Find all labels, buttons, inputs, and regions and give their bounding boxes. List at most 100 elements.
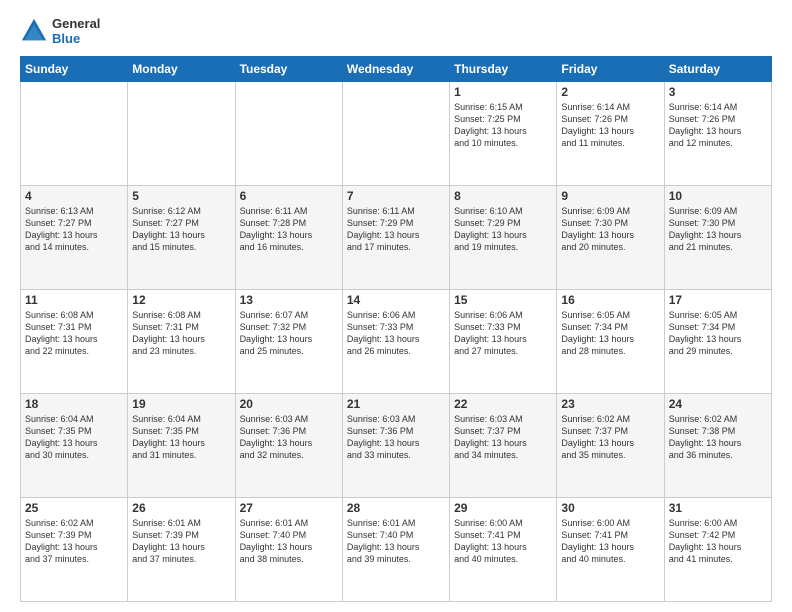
- day-number: 15: [454, 293, 552, 307]
- day-info: Sunrise: 6:03 AM Sunset: 7:37 PM Dayligh…: [454, 413, 552, 462]
- day-cell-10: 10Sunrise: 6:09 AM Sunset: 7:30 PM Dayli…: [664, 186, 771, 290]
- day-cell-11: 11 Sunrise: 6:08 AM Sunset: 7:31 PM Dayli…: [21, 290, 128, 394]
- day-info: Sunrise: 6:01 AM Sunset: 7:40 PM Dayligh…: [240, 517, 338, 566]
- day-info: Sunrise: 6:12 AM Sunset: 7:27 PM Dayligh…: [132, 205, 230, 254]
- empty-cell: [128, 82, 235, 186]
- calendar-body: 1 Sunrise: 6:15 AM Sunset: 7:25 PM Daylig…: [21, 82, 772, 602]
- week-row-2: 4 Sunrise: 6:13 AM Sunset: 7:27 PM Daylig…: [21, 186, 772, 290]
- day-cell-9: 9 Sunrise: 6:09 AM Sunset: 7:30 PM Daylig…: [557, 186, 664, 290]
- day-cell-15: 15 Sunrise: 6:06 AM Sunset: 7:33 PM Dayli…: [450, 290, 557, 394]
- day-info: Sunrise: 6:04 AM Sunset: 7:35 PM Dayligh…: [132, 413, 230, 462]
- logo-icon: [20, 17, 48, 45]
- day-info: Sunrise: 6:09 AM Sunset: 7:30 PM Dayligh…: [561, 205, 659, 254]
- day-cell-4: 4 Sunrise: 6:13 AM Sunset: 7:27 PM Daylig…: [21, 186, 128, 290]
- day-number: 5: [132, 189, 230, 203]
- day-cell-8: 8 Sunrise: 6:10 AM Sunset: 7:29 PM Daylig…: [450, 186, 557, 290]
- day-cell-22: 22Sunrise: 6:03 AM Sunset: 7:37 PM Dayli…: [450, 394, 557, 498]
- empty-cell: [235, 82, 342, 186]
- day-number: 17: [669, 293, 767, 307]
- day-number: 8: [454, 189, 552, 203]
- day-info: Sunrise: 6:05 AM Sunset: 7:34 PM Dayligh…: [561, 309, 659, 358]
- header-day-friday: Friday: [557, 57, 664, 82]
- header: General Blue: [20, 16, 772, 46]
- day-info: Sunrise: 6:05 AM Sunset: 7:34 PM Dayligh…: [669, 309, 767, 358]
- header-day-wednesday: Wednesday: [342, 57, 449, 82]
- day-info: Sunrise: 6:00 AM Sunset: 7:41 PM Dayligh…: [561, 517, 659, 566]
- day-cell-25: 25 Sunrise: 6:02 AM Sunset: 7:39 PM Dayli…: [21, 498, 128, 602]
- day-cell-12: 12 Sunrise: 6:08 AM Sunset: 7:31 PM Dayli…: [128, 290, 235, 394]
- day-info: Sunrise: 6:08 AM Sunset: 7:31 PM Dayligh…: [25, 309, 123, 358]
- day-info: Sunrise: 6:02 AM Sunset: 7:39 PM Dayligh…: [25, 517, 123, 566]
- header-row: SundayMondayTuesdayWednesdayThursdayFrid…: [21, 57, 772, 82]
- day-cell-7: 7Sunrise: 6:11 AM Sunset: 7:29 PM Daylig…: [342, 186, 449, 290]
- day-info: Sunrise: 6:00 AM Sunset: 7:41 PM Dayligh…: [454, 517, 552, 566]
- day-number: 9: [561, 189, 659, 203]
- day-info: Sunrise: 6:13 AM Sunset: 7:27 PM Dayligh…: [25, 205, 123, 254]
- week-row-3: 11 Sunrise: 6:08 AM Sunset: 7:31 PM Dayli…: [21, 290, 772, 394]
- week-row-4: 18 Sunrise: 6:04 AM Sunset: 7:35 PM Dayli…: [21, 394, 772, 498]
- day-number: 14: [347, 293, 445, 307]
- day-info: Sunrise: 6:03 AM Sunset: 7:36 PM Dayligh…: [240, 413, 338, 462]
- day-number: 27: [240, 501, 338, 515]
- day-number: 21: [347, 397, 445, 411]
- day-cell-13: 13Sunrise: 6:07 AM Sunset: 7:32 PM Dayli…: [235, 290, 342, 394]
- day-cell-5: 5 Sunrise: 6:12 AM Sunset: 7:27 PM Daylig…: [128, 186, 235, 290]
- day-cell-29: 29Sunrise: 6:00 AM Sunset: 7:41 PM Dayli…: [450, 498, 557, 602]
- day-info: Sunrise: 6:06 AM Sunset: 7:33 PM Dayligh…: [454, 309, 552, 358]
- day-number: 2: [561, 85, 659, 99]
- day-info: Sunrise: 6:03 AM Sunset: 7:36 PM Dayligh…: [347, 413, 445, 462]
- day-number: 28: [347, 501, 445, 515]
- day-number: 25: [25, 501, 123, 515]
- day-info: Sunrise: 6:06 AM Sunset: 7:33 PM Dayligh…: [347, 309, 445, 358]
- day-number: 1: [454, 85, 552, 99]
- day-info: Sunrise: 6:01 AM Sunset: 7:40 PM Dayligh…: [347, 517, 445, 566]
- day-cell-3: 3 Sunrise: 6:14 AM Sunset: 7:26 PM Daylig…: [664, 82, 771, 186]
- day-number: 19: [132, 397, 230, 411]
- day-number: 11: [25, 293, 123, 307]
- day-cell-27: 27 Sunrise: 6:01 AM Sunset: 7:40 PM Dayli…: [235, 498, 342, 602]
- header-day-sunday: Sunday: [21, 57, 128, 82]
- day-cell-31: 31 Sunrise: 6:00 AM Sunset: 7:42 PM Dayli…: [664, 498, 771, 602]
- calendar-table: SundayMondayTuesdayWednesdayThursdayFrid…: [20, 56, 772, 602]
- day-info: Sunrise: 6:07 AM Sunset: 7:32 PM Dayligh…: [240, 309, 338, 358]
- week-row-1: 1 Sunrise: 6:15 AM Sunset: 7:25 PM Daylig…: [21, 82, 772, 186]
- day-info: Sunrise: 6:14 AM Sunset: 7:26 PM Dayligh…: [669, 101, 767, 150]
- day-number: 31: [669, 501, 767, 515]
- day-info: Sunrise: 6:02 AM Sunset: 7:38 PM Dayligh…: [669, 413, 767, 462]
- empty-cell: [21, 82, 128, 186]
- header-day-thursday: Thursday: [450, 57, 557, 82]
- day-number: 7: [347, 189, 445, 203]
- calendar-header: SundayMondayTuesdayWednesdayThursdayFrid…: [21, 57, 772, 82]
- week-row-5: 25 Sunrise: 6:02 AM Sunset: 7:39 PM Dayli…: [21, 498, 772, 602]
- day-cell-1: 1 Sunrise: 6:15 AM Sunset: 7:25 PM Daylig…: [450, 82, 557, 186]
- logo: General Blue: [20, 16, 100, 46]
- day-info: Sunrise: 6:00 AM Sunset: 7:42 PM Dayligh…: [669, 517, 767, 566]
- day-number: 20: [240, 397, 338, 411]
- day-number: 6: [240, 189, 338, 203]
- day-cell-24: 24 Sunrise: 6:02 AM Sunset: 7:38 PM Dayli…: [664, 394, 771, 498]
- day-info: Sunrise: 6:14 AM Sunset: 7:26 PM Dayligh…: [561, 101, 659, 150]
- day-cell-17: 17 Sunrise: 6:05 AM Sunset: 7:34 PM Dayli…: [664, 290, 771, 394]
- day-cell-6: 6 Sunrise: 6:11 AM Sunset: 7:28 PM Daylig…: [235, 186, 342, 290]
- day-info: Sunrise: 6:15 AM Sunset: 7:25 PM Dayligh…: [454, 101, 552, 150]
- day-info: Sunrise: 6:08 AM Sunset: 7:31 PM Dayligh…: [132, 309, 230, 358]
- day-info: Sunrise: 6:10 AM Sunset: 7:29 PM Dayligh…: [454, 205, 552, 254]
- day-number: 24: [669, 397, 767, 411]
- header-day-saturday: Saturday: [664, 57, 771, 82]
- day-info: Sunrise: 6:11 AM Sunset: 7:28 PM Dayligh…: [240, 205, 338, 254]
- day-number: 12: [132, 293, 230, 307]
- header-day-monday: Monday: [128, 57, 235, 82]
- day-number: 18: [25, 397, 123, 411]
- day-info: Sunrise: 6:04 AM Sunset: 7:35 PM Dayligh…: [25, 413, 123, 462]
- day-cell-16: 16Sunrise: 6:05 AM Sunset: 7:34 PM Dayli…: [557, 290, 664, 394]
- day-number: 30: [561, 501, 659, 515]
- day-number: 4: [25, 189, 123, 203]
- day-cell-30: 30 Sunrise: 6:00 AM Sunset: 7:41 PM Dayli…: [557, 498, 664, 602]
- day-number: 3: [669, 85, 767, 99]
- logo-text: General Blue: [52, 16, 100, 46]
- day-number: 26: [132, 501, 230, 515]
- day-info: Sunrise: 6:09 AM Sunset: 7:30 PM Dayligh…: [669, 205, 767, 254]
- day-cell-21: 21 Sunrise: 6:03 AM Sunset: 7:36 PM Dayli…: [342, 394, 449, 498]
- day-cell-20: 20 Sunrise: 6:03 AM Sunset: 7:36 PM Dayli…: [235, 394, 342, 498]
- day-cell-28: 28 Sunrise: 6:01 AM Sunset: 7:40 PM Dayli…: [342, 498, 449, 602]
